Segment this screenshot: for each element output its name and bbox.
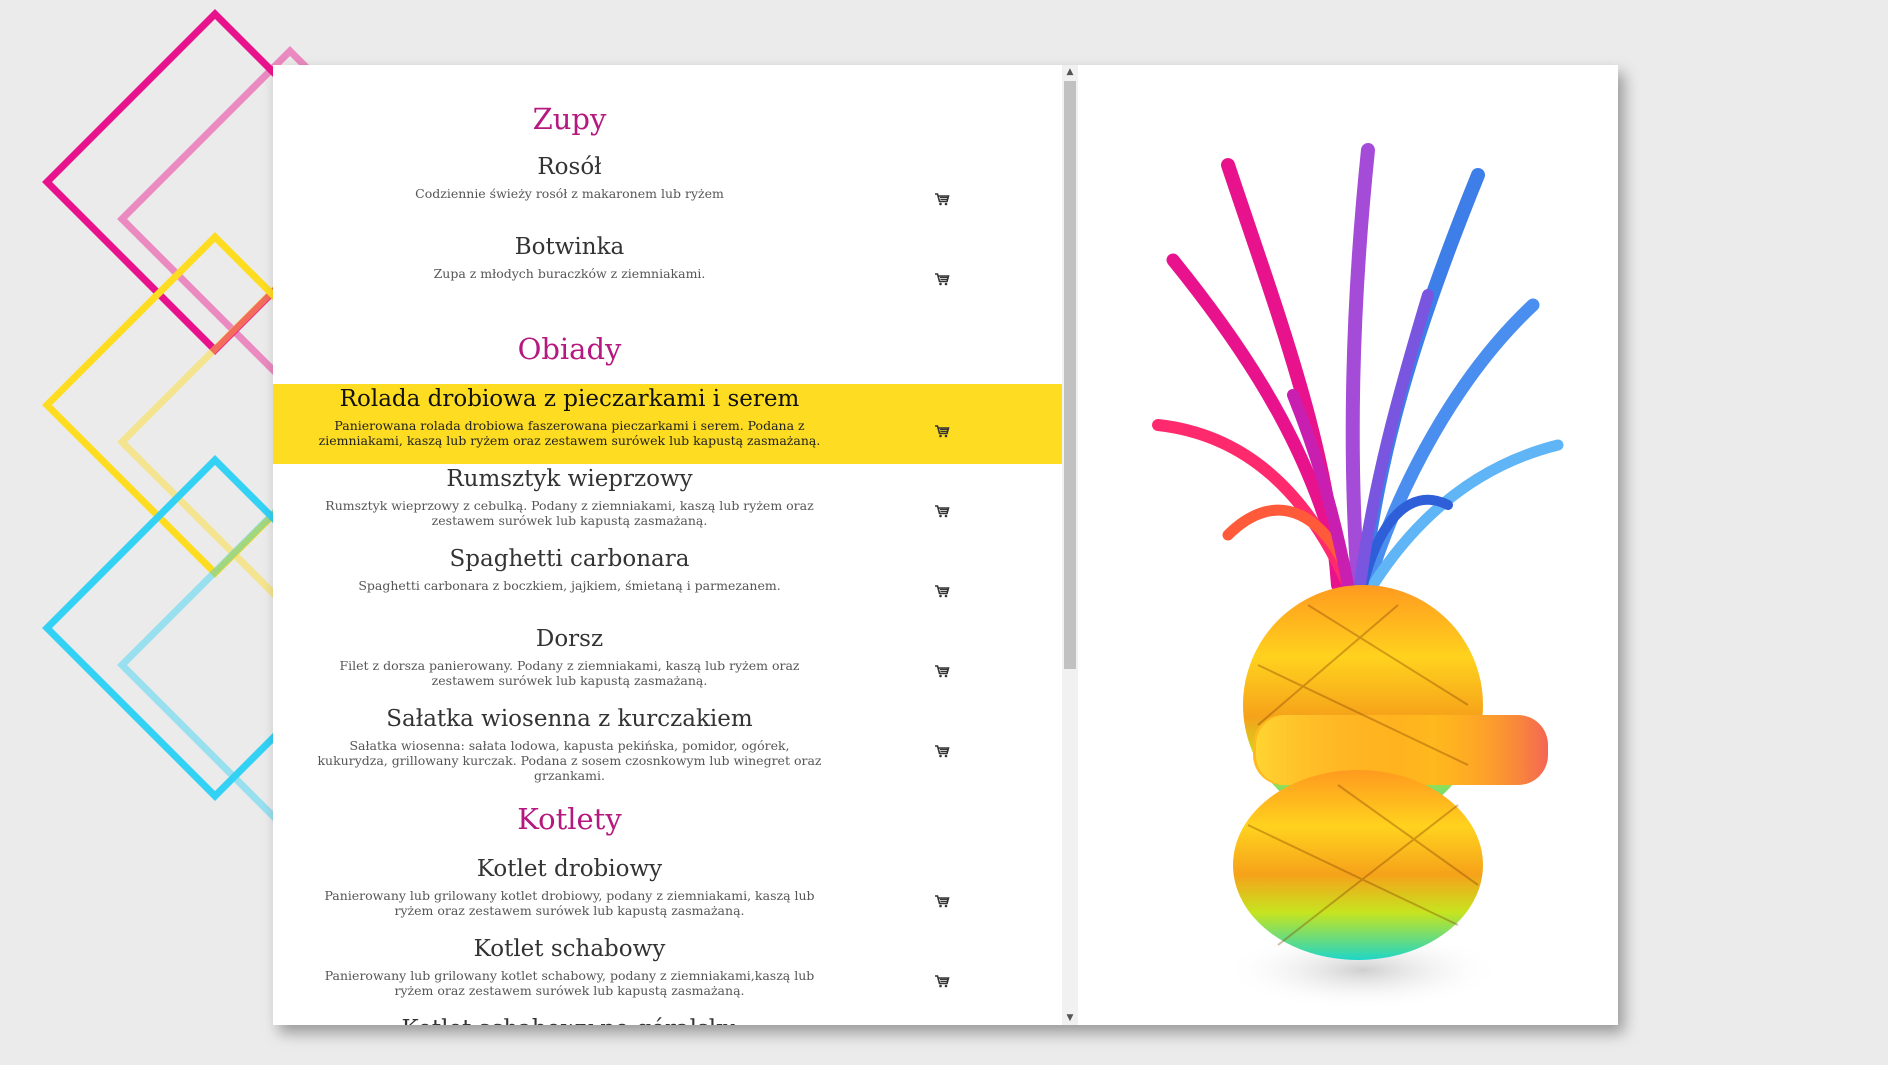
item-name: Rosół: [537, 154, 602, 180]
cart-icon[interactable]: [934, 272, 950, 286]
menu-item-spaghetti: Spaghetti carbonara Spaghetti carbonara …: [273, 544, 1062, 624]
item-name: Dorsz: [535, 626, 604, 652]
menu-item-salatka: Sałatka wiosenna z kurczakiem Sałatka wi…: [273, 704, 1062, 784]
item-name: Sałatka wiosenna z kurczakiem: [386, 706, 753, 732]
rainbow-pineapple-illustration: [1152, 143, 1564, 1010]
item-name: Kotlet schabowy po góralsku: [273, 1016, 866, 1025]
menu-item-rolada: Rolada drobiowa z pieczarkami i serem Pa…: [273, 384, 1062, 464]
item-description: Rumsztyk wieprzowy z cebulką. Podany z z…: [325, 498, 814, 528]
item-name: Kotlet drobiowy: [476, 856, 663, 882]
menu-item-rumsztyk: Rumsztyk wieprzowy Rumsztyk wieprzowy z …: [273, 464, 1062, 544]
item-description: Panierowana rolada drobiowa faszerowana …: [318, 418, 821, 448]
menu-item-botwinka: Botwinka Zupa z młodych buraczków z ziem…: [273, 232, 1062, 312]
item-name: Botwinka: [514, 234, 625, 260]
scroll-up-arrow-icon[interactable]: ▲: [1062, 65, 1078, 79]
cart-icon[interactable]: [934, 974, 950, 988]
cart-icon[interactable]: [934, 744, 950, 758]
menu-list[interactable]: Zupy Rosół Codziennie świeży rosół z mak…: [273, 65, 1062, 1025]
item-name: Rolada drobiowa z pieczarkami i serem: [339, 386, 800, 412]
cart-icon[interactable]: [934, 192, 950, 206]
menu-item-dorsz: Dorsz Filet z dorsza panierowany. Podany…: [273, 624, 1062, 704]
cart-icon[interactable]: [934, 584, 950, 598]
item-description: Panierowany lub grilowany kotlet drobiow…: [324, 888, 815, 918]
scrollbar[interactable]: ▲ ▼: [1062, 65, 1078, 1025]
cart-icon[interactable]: [934, 504, 950, 518]
section-title-zupy: Zupy: [532, 102, 607, 136]
section-title-obiady: Obiady: [517, 332, 622, 366]
cart-icon[interactable]: [934, 664, 950, 678]
section-title-kotlety: Kotlety: [517, 802, 622, 836]
menu-item-rosol: Rosół Codziennie świeży rosół z makarone…: [273, 152, 1062, 232]
scroll-down-arrow-icon[interactable]: ▼: [1062, 1011, 1078, 1025]
item-name: Spaghetti carbonara: [449, 546, 690, 572]
menu-card: Zupy Rosół Codziennie świeży rosół z mak…: [273, 65, 1618, 1025]
item-description: Zupa z młodych buraczków z ziemniakami.: [433, 266, 706, 281]
scrollbar-thumb[interactable]: [1064, 81, 1076, 669]
cart-icon[interactable]: [934, 424, 950, 438]
item-description: Sałatka wiosenna: sałata lodowa, kapusta…: [317, 738, 822, 783]
menu-item-kotlet-schabowy: Kotlet schabowy Panierowany lub grilowan…: [273, 934, 1062, 1014]
item-name: Rumsztyk wieprzowy: [446, 466, 693, 492]
item-description: Spaghetti carbonara z boczkiem, jajkiem,…: [358, 578, 781, 593]
item-description: Codziennie świeży rosół z makaronem lub …: [415, 186, 724, 201]
menu-item-kotlet-goralski: Kotlet schabowy po góralsku: [273, 1014, 1062, 1025]
pineapple-image: [1078, 65, 1618, 1025]
menu-item-kotlet-drobiowy: Kotlet drobiowy Panierowany lub grilowan…: [273, 854, 1062, 934]
item-name: Kotlet schabowy: [473, 936, 666, 962]
item-description: Panierowany lub grilowany kotlet schabow…: [324, 968, 815, 998]
cart-icon[interactable]: [934, 894, 950, 908]
item-description: Filet z dorsza panierowany. Podany z zie…: [339, 658, 800, 688]
